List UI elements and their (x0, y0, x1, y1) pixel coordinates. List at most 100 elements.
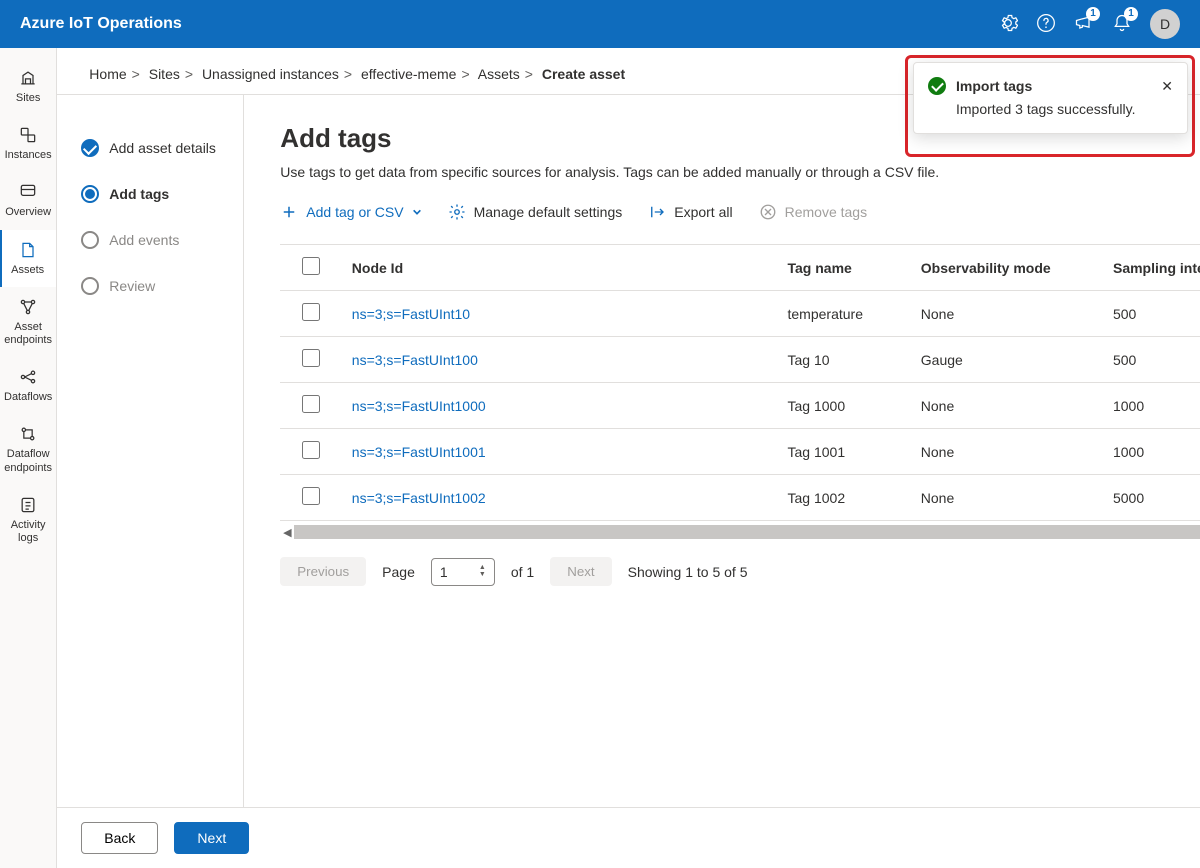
step-check-icon (81, 139, 99, 157)
select-all-checkbox[interactable] (302, 257, 320, 275)
notifications-button[interactable]: 1 (1112, 13, 1132, 36)
table-wrapper: Node Id Tag name Observability mode Samp… (280, 244, 1200, 521)
row-checkbox[interactable] (302, 487, 320, 505)
h-scrollbar[interactable]: ◀ ▶ (280, 521, 1200, 543)
gear-icon (448, 203, 466, 221)
step-pending-icon (81, 231, 99, 249)
obs-mode-cell: None (911, 475, 1103, 521)
col-node-id[interactable]: Node Id (342, 245, 778, 291)
plus-icon (280, 203, 298, 221)
overview-icon (18, 182, 38, 202)
showing-text: Showing 1 to 5 of 5 (628, 564, 748, 580)
node-id-link[interactable]: ns=3;s=FastUInt1002 (342, 475, 778, 521)
app-title: Azure IoT Operations (20, 15, 182, 33)
nav-label: Overview (5, 206, 51, 219)
col-obs-mode[interactable]: Observability mode (911, 245, 1103, 291)
help-icon (1036, 13, 1056, 33)
tool-label: Add tag or CSV (306, 204, 403, 220)
add-tag-button[interactable]: Add tag or CSV (280, 203, 421, 221)
obs-mode-cell: None (911, 429, 1103, 475)
row-checkbox[interactable] (302, 303, 320, 321)
sampling-cell: 500 (1103, 291, 1200, 337)
top-bar: Azure IoT Operations 1 1 D (0, 0, 1200, 48)
nav-label: Dataflow endpoints (4, 448, 52, 474)
step-label: Add tags (109, 186, 169, 202)
remove-tags-button: Remove tags (759, 203, 867, 221)
breadcrumb-link[interactable]: effective-meme (361, 66, 456, 82)
breadcrumb-link[interactable]: Assets (478, 66, 520, 82)
tag-name-cell: Tag 1002 (778, 475, 911, 521)
main-panel: Add tags Use tags to get data from speci… (243, 95, 1200, 868)
tool-label: Manage default settings (474, 204, 623, 220)
wizard-steps: Add asset details Add tags Add events Re… (57, 95, 243, 868)
tags-table: Node Id Tag name Observability mode Samp… (280, 245, 1200, 521)
nav-activity-logs[interactable]: Activity logs (0, 485, 56, 555)
step-label: Review (109, 278, 155, 294)
asset-endpoints-icon (18, 297, 38, 317)
breadcrumb-link[interactable]: Home (89, 66, 126, 82)
nav-sites[interactable]: Sites (0, 58, 56, 115)
avatar[interactable]: D (1150, 9, 1180, 39)
col-sampling[interactable]: Sampling interval (milliseconds) (1103, 245, 1200, 291)
page-number-input[interactable]: 1 ▲▼ (431, 558, 495, 586)
node-id-link[interactable]: ns=3;s=FastUInt10 (342, 291, 778, 337)
close-icon[interactable]: ✕ (1161, 78, 1173, 95)
nav-asset-endpoints[interactable]: Asset endpoints (0, 287, 56, 357)
next-button[interactable]: Next (174, 822, 249, 854)
row-checkbox[interactable] (302, 395, 320, 413)
remove-icon (759, 203, 777, 221)
scroll-thumb[interactable] (294, 525, 1200, 539)
scroll-left-icon[interactable]: ◀ (280, 525, 294, 539)
table-row: ns=3;s=FastUInt10temperatureNone5001 (280, 291, 1200, 337)
help-button[interactable] (1036, 13, 1056, 36)
table-row: ns=3;s=FastUInt1000Tag 1000None10005 (280, 383, 1200, 429)
table-row: ns=3;s=FastUInt100Tag 10Gauge5001 (280, 337, 1200, 383)
pager: Previous Page 1 ▲▼ of 1 Next Showing 1 t… (280, 543, 1200, 600)
dataflow-endpoints-icon (18, 424, 38, 444)
step-pending-icon (81, 277, 99, 295)
page-down-icon[interactable]: ▼ (479, 572, 486, 578)
step-add-events[interactable]: Add events (81, 217, 227, 263)
back-button[interactable]: Back (81, 822, 158, 854)
wizard-footer: Back Next Cancel (57, 807, 1200, 868)
breadcrumb-link[interactable]: Sites (149, 66, 180, 82)
node-id-link[interactable]: ns=3;s=FastUInt1000 (342, 383, 778, 429)
feedback-badge: 1 (1086, 7, 1100, 21)
feedback-button[interactable]: 1 (1074, 13, 1094, 36)
topbar-right: 1 1 D (998, 9, 1180, 39)
nav-overview[interactable]: Overview (0, 172, 56, 229)
toast-title: Import tags (956, 78, 1151, 94)
toast-message: Imported 3 tags successfully. (914, 101, 1187, 133)
obs-mode-cell: None (911, 383, 1103, 429)
step-review[interactable]: Review (81, 263, 227, 309)
col-tag-name[interactable]: Tag name (778, 245, 911, 291)
node-id-link[interactable]: ns=3;s=FastUInt1001 (342, 429, 778, 475)
step-add-asset-details[interactable]: Add asset details (81, 125, 227, 171)
settings-button[interactable] (998, 13, 1018, 36)
obs-mode-cell: None (911, 291, 1103, 337)
step-add-tags[interactable]: Add tags (81, 171, 227, 217)
export-all-button[interactable]: Export all (648, 203, 732, 221)
toolbar: Add tag or CSV Manage default settings E… (280, 198, 1200, 226)
toast: Import tags ✕ Imported 3 tags successful… (913, 62, 1188, 134)
tag-name-cell: Tag 1001 (778, 429, 911, 475)
nav-instances[interactable]: Instances (0, 115, 56, 172)
node-id-link[interactable]: ns=3;s=FastUInt100 (342, 337, 778, 383)
dataflows-icon (18, 367, 38, 387)
scroll-track[interactable] (294, 525, 1200, 539)
manage-settings-button[interactable]: Manage default settings (448, 203, 623, 221)
row-checkbox[interactable] (302, 441, 320, 459)
table-row: ns=3;s=FastUInt1002Tag 1002None500010 (280, 475, 1200, 521)
nav-assets[interactable]: Assets (0, 230, 56, 287)
page-value: 1 (440, 564, 448, 580)
table-row: ns=3;s=FastUInt1001Tag 1001None10005 (280, 429, 1200, 475)
nav-dataflow-endpoints[interactable]: Dataflow endpoints (0, 414, 56, 484)
sampling-cell: 1000 (1103, 429, 1200, 475)
page-subtitle: Use tags to get data from specific sourc… (280, 164, 1200, 180)
sampling-cell: 500 (1103, 337, 1200, 383)
row-checkbox[interactable] (302, 349, 320, 367)
chevron-down-icon (412, 207, 422, 217)
gear-icon (998, 13, 1018, 33)
breadcrumb-link[interactable]: Unassigned instances (202, 66, 339, 82)
nav-dataflows[interactable]: Dataflows (0, 357, 56, 414)
